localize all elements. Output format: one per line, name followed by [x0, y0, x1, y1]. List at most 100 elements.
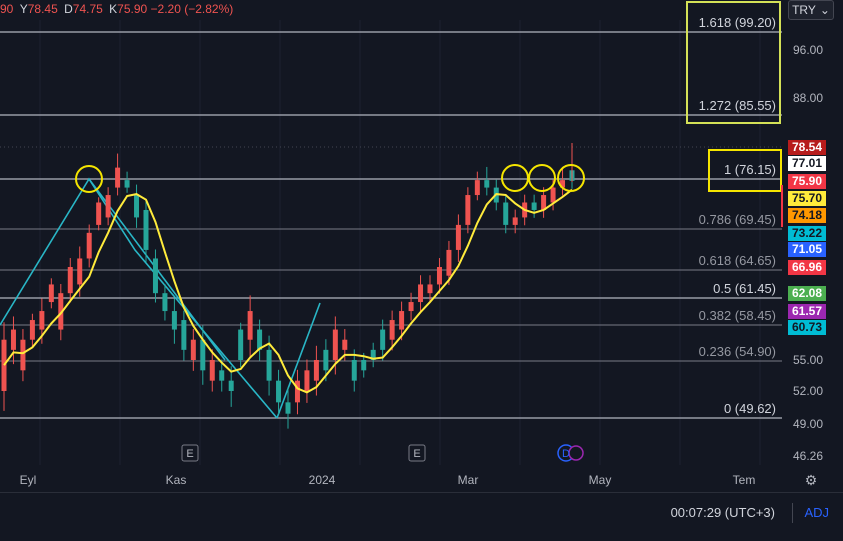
candle-body: [455, 224, 461, 250]
fib-label: 0.5 (61.45): [713, 281, 776, 296]
event-label: E: [186, 448, 193, 460]
chevron-down-icon: ⌄: [819, 3, 830, 17]
candle-body: [10, 329, 16, 350]
fib-label: 0.618 (64.65): [699, 253, 776, 268]
candle-body: [446, 249, 452, 276]
time-axis[interactable]: Eyl Kas 2024 Mar May Tem: [20, 473, 756, 487]
candle-body: [67, 267, 73, 294]
price-tag-label: 66.96: [792, 260, 822, 274]
ohlc-low: 74.75: [72, 2, 103, 16]
candle-body: [484, 180, 490, 188]
candle-body: [389, 320, 395, 340]
currency-select[interactable]: TRY ⌄: [788, 0, 834, 20]
candle-body: [86, 232, 92, 259]
price-tag-label: 74.18: [792, 208, 822, 222]
candle-body: [247, 311, 253, 340]
time-tick: 2024: [309, 473, 336, 487]
candle-body: [266, 349, 272, 381]
candle-body: [418, 284, 424, 303]
candle-body: [512, 217, 518, 225]
status-separator: [792, 503, 793, 523]
candle-body: [304, 370, 310, 391]
candle-body: [20, 339, 26, 371]
candle-body: [531, 202, 537, 210]
ohlc-close-label: K: [109, 2, 118, 16]
price-tag-label: 73.22: [792, 226, 822, 240]
time-tick: May: [589, 473, 612, 487]
candle-body: [143, 209, 149, 250]
candle-body: [105, 195, 111, 218]
candle-body: [162, 293, 168, 312]
event-label: D: [562, 448, 570, 460]
price-tick: 46.26: [793, 449, 823, 463]
candle-body: [427, 284, 433, 294]
price-tick: 49.00: [793, 417, 823, 431]
moving-average-layer: [3, 188, 573, 394]
ohlc-change: −2.20 (−2.82%): [150, 2, 234, 16]
candle-body: [209, 360, 215, 381]
candle-body: [408, 302, 414, 312]
candle-body: [200, 339, 206, 371]
price-tag-label: 60.73: [792, 320, 822, 334]
moving-average-line: [3, 188, 573, 394]
price-tag-label: 75.70: [792, 191, 822, 205]
time-tick: Mar: [458, 473, 479, 487]
fib-label: 0.786 (69.45): [699, 212, 776, 227]
event-label: E: [413, 448, 420, 460]
candle-body: [313, 360, 319, 381]
split-marker: [568, 445, 584, 461]
adj-toggle[interactable]: ADJ: [804, 505, 829, 520]
candle-body: [219, 370, 225, 381]
candle-body: [181, 320, 187, 350]
ohlc-high: 78.45: [27, 2, 58, 16]
candle-body: [436, 267, 442, 285]
candle-body: [171, 311, 177, 330]
candle-body: [124, 180, 130, 188]
chart-root: 1.618 (99.20) 1.272 (85.55) 1 (76.15) 0.786…: [0, 0, 843, 541]
ohlc-close: 75.90: [117, 2, 148, 16]
price-tag-label: 71.05: [792, 242, 822, 256]
price-tick: 88.00: [793, 91, 823, 105]
candle-body: [77, 258, 83, 285]
fib-label: 0.382 (58.45): [699, 308, 776, 323]
ohlc-low-label: D: [64, 2, 73, 16]
candle-body: [399, 311, 405, 330]
ohlc-readout: 90 Y78.45 D74.75 K75.90 −2.20 (−2.82%): [0, 2, 233, 16]
ohlc-open: 90: [0, 2, 14, 16]
candle-body: [294, 380, 300, 403]
currency-label: TRY: [792, 3, 816, 17]
price-axis[interactable]: 96.0088.0062.0055.0052.0049.0046.2678.54…: [783, 22, 843, 467]
highlight-circle: [528, 164, 556, 192]
candle-body: [134, 195, 140, 218]
time-tick: Eyl: [20, 473, 37, 487]
candle-body: [276, 380, 282, 403]
fib-label: 1.272 (85.55): [699, 98, 776, 113]
candle-body: [228, 380, 234, 391]
candle-body: [550, 187, 556, 203]
candle-body: [1, 339, 7, 391]
candle-body: [474, 180, 480, 196]
bottom-divider: [0, 492, 843, 493]
candle-body: [332, 329, 338, 360]
fib-label: 1 (76.15): [724, 162, 776, 177]
candle-body: [48, 284, 54, 303]
clock-readout: 00:07:29 (UTC+3): [670, 505, 775, 520]
candle-body: [152, 258, 158, 294]
candle-body: [285, 402, 291, 414]
price-tag-label: 77.01: [792, 156, 822, 170]
time-tick: Kas: [166, 473, 187, 487]
price-tag-label: 75.90: [792, 174, 822, 188]
price-tick: 52.00: [793, 384, 823, 398]
settings-gear-icon[interactable]: ⚙: [803, 472, 819, 488]
chart-svg: 1.618 (99.20) 1.272 (85.55) 1 (76.15) 0.786…: [0, 1, 843, 487]
candles-layer: [1, 143, 575, 429]
candle-body: [503, 202, 509, 225]
fib-label: 0 (49.62): [724, 401, 776, 416]
price-tag-label: 78.54: [792, 140, 822, 154]
ohlc-high-label: Y: [19, 2, 28, 16]
candle-body: [351, 360, 357, 381]
candle-body: [115, 167, 121, 188]
price-tag-label: 61.57: [792, 304, 822, 318]
candle-body: [342, 339, 348, 350]
price-tag-label: 62.08: [792, 286, 822, 300]
